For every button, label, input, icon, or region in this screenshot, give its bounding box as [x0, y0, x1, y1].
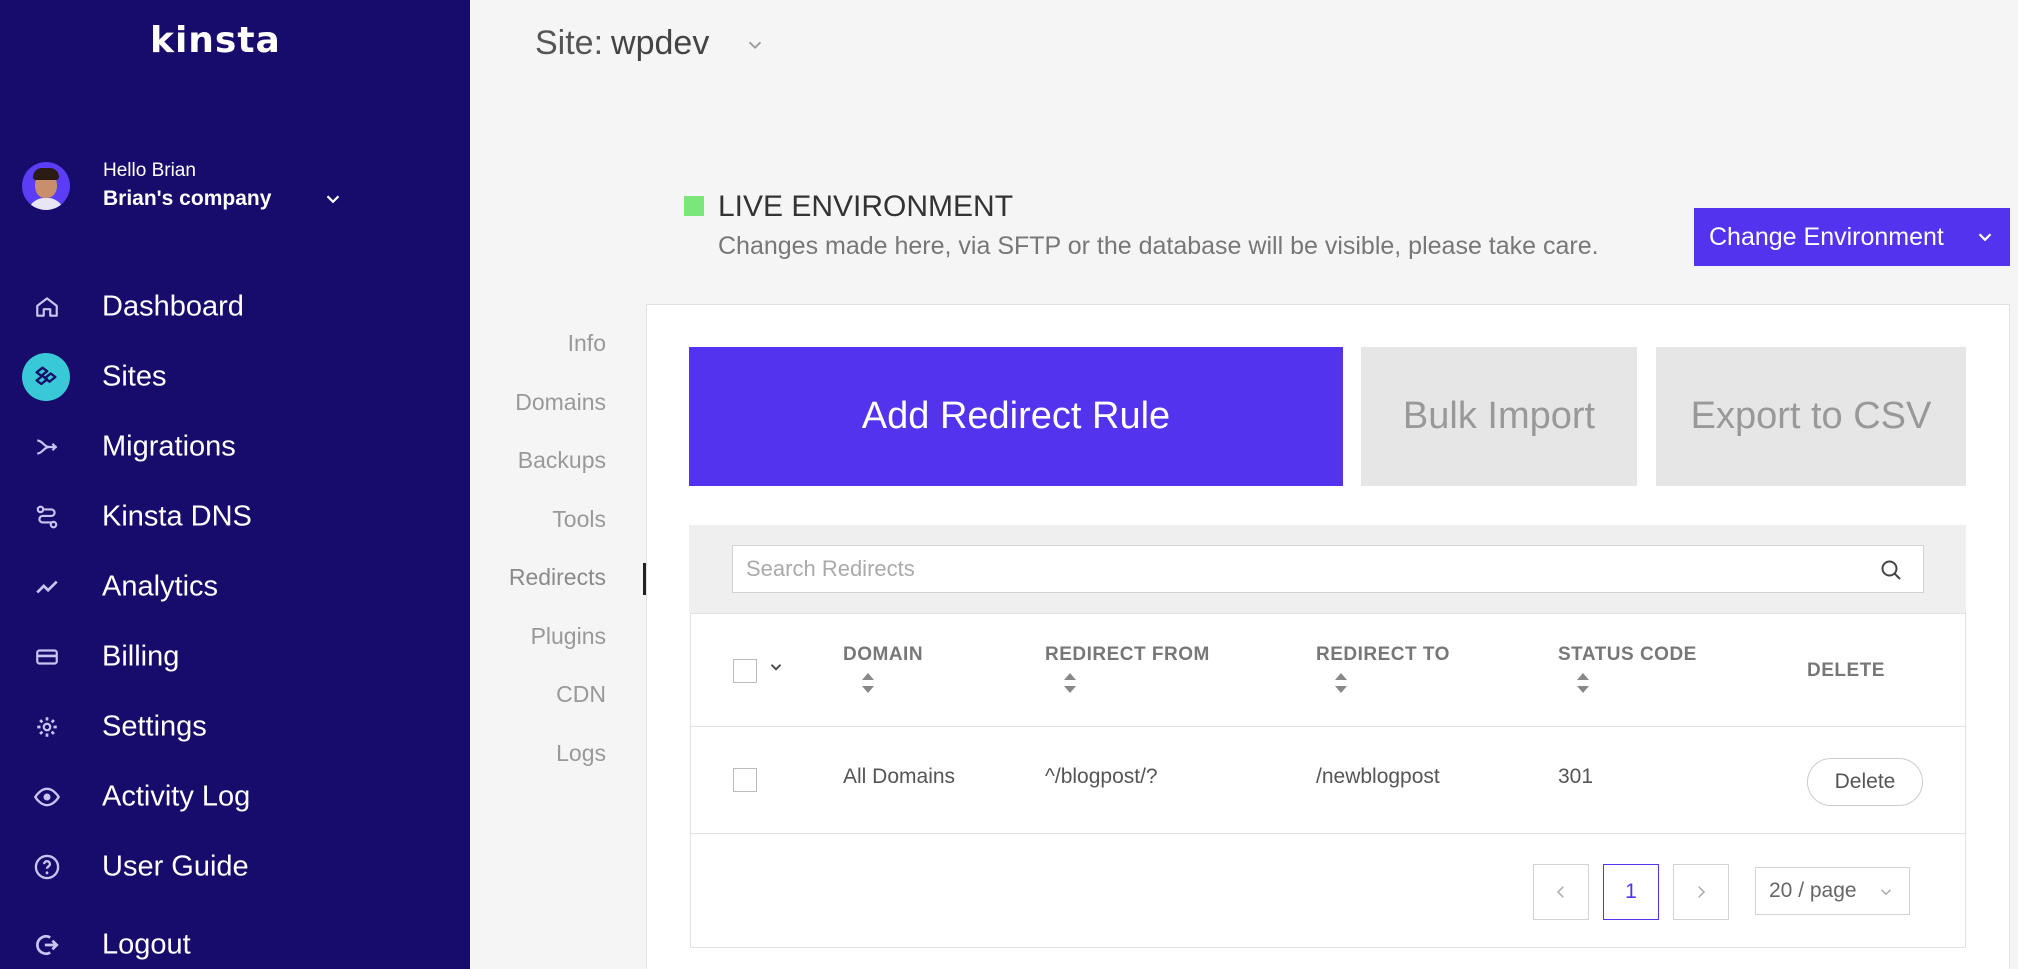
- column-header-status-code[interactable]: STATUS CODE: [1558, 644, 1697, 666]
- sidebar-item-label: User Guide: [102, 850, 249, 883]
- chevron-down-icon[interactable]: [744, 34, 766, 56]
- subnav-item-redirects[interactable]: Redirects: [480, 550, 608, 609]
- dns-icon: [26, 496, 68, 538]
- sidebar-item-label: Logout: [102, 928, 191, 961]
- sidebar-item-dashboard[interactable]: Dashboard: [0, 272, 470, 342]
- select-all-checkbox[interactable]: [733, 659, 757, 683]
- column-header-domain[interactable]: DOMAIN: [843, 644, 923, 666]
- sidebar-item-sites[interactable]: Sites: [0, 342, 470, 412]
- change-environment-button[interactable]: Change Environment: [1694, 208, 2010, 266]
- kinsta-logo[interactable]: kinsta: [150, 20, 281, 61]
- sort-icon[interactable]: [1576, 672, 1590, 694]
- gear-icon: [26, 706, 68, 748]
- chevron-left-icon: [1556, 886, 1564, 898]
- change-environment-label: Change Environment: [1709, 222, 1944, 251]
- sidebar-item-label: Kinsta DNS: [102, 500, 252, 533]
- pagination: 1 20 / page: [691, 834, 1965, 949]
- help-icon: [26, 846, 68, 888]
- sidebar-item-billing[interactable]: Billing: [0, 622, 470, 692]
- sidebar-item-logout[interactable]: Logout: [0, 910, 470, 969]
- table-row: All Domains ^/blogpost/? /newblogpost 30…: [691, 727, 1965, 834]
- search-icon[interactable]: [1879, 558, 1903, 582]
- sidebar-item-user-guide[interactable]: User Guide: [0, 832, 470, 902]
- sidebar-item-label: Analytics: [102, 570, 219, 603]
- page-number-button[interactable]: 1: [1603, 864, 1659, 920]
- search-input[interactable]: [733, 546, 1923, 592]
- site-prefix: Site:: [535, 24, 604, 62]
- page-size-value: 20 / page: [1769, 879, 1857, 902]
- avatar: [22, 162, 70, 210]
- sidebar-item-label: Activity Log: [102, 780, 251, 813]
- sidebar-item-label: Dashboard: [102, 290, 244, 323]
- chevron-right-icon: [1698, 886, 1706, 898]
- export-csv-button[interactable]: Export to CSV: [1656, 347, 1966, 486]
- migrations-icon: [26, 426, 68, 468]
- subnav-item-backups[interactable]: Backups: [480, 433, 608, 492]
- site-name: wpdev: [611, 24, 710, 62]
- billing-icon: [26, 636, 68, 678]
- chevron-down-icon: [1880, 889, 1892, 896]
- column-header-redirect-from[interactable]: REDIRECT FROM: [1045, 644, 1210, 666]
- sidebar-item-label: Migrations: [102, 430, 236, 463]
- sort-icon[interactable]: [1334, 672, 1348, 694]
- cell-domain: All Domains: [843, 765, 956, 788]
- column-header-delete: DELETE: [1807, 660, 1885, 681]
- sidebar-nav: Dashboard Sites Migrations Kinsta DNS An…: [0, 272, 470, 969]
- row-checkbox[interactable]: [733, 768, 757, 792]
- chevron-down-icon[interactable]: [322, 188, 344, 210]
- delete-button[interactable]: Delete: [1807, 758, 1923, 806]
- cell-status-code: 301: [1558, 765, 1594, 788]
- sidebar-item-label: Settings: [102, 710, 207, 743]
- sort-icon[interactable]: [1063, 672, 1077, 694]
- user-menu[interactable]: Hello Brian Brian's company: [22, 160, 442, 230]
- bulk-import-button[interactable]: Bulk Import: [1361, 347, 1637, 486]
- user-greeting: Hello Brian: [103, 160, 196, 181]
- logout-icon: [26, 924, 68, 966]
- chevron-down-icon: [1978, 233, 1992, 242]
- site-selector[interactable]: Site: wpdev: [535, 24, 709, 63]
- prev-page-button[interactable]: [1533, 864, 1589, 920]
- next-page-button[interactable]: [1673, 864, 1729, 920]
- environment-title: LIVE ENVIRONMENT: [718, 190, 1014, 223]
- sidebar-item-label: Billing: [102, 640, 180, 673]
- sidebar-item-activity-log[interactable]: Activity Log: [0, 762, 470, 832]
- subnav-item-domains[interactable]: Domains: [480, 375, 608, 434]
- subnav-item-plugins[interactable]: Plugins: [480, 609, 608, 668]
- sites-icon: [22, 353, 70, 401]
- cell-redirect-to: /newblogpost: [1316, 765, 1440, 788]
- sidebar-item-settings[interactable]: Settings: [0, 692, 470, 762]
- analytics-icon: [26, 566, 68, 608]
- sidebar: kinsta Hello Brian Brian's company Dashb…: [0, 0, 470, 969]
- eye-icon: [26, 776, 68, 818]
- page-size-select[interactable]: 20 / page: [1755, 867, 1910, 915]
- table-header: DOMAIN REDIRECT FROM REDIRECT TO STATUS …: [691, 614, 1965, 727]
- add-redirect-rule-button[interactable]: Add Redirect Rule: [689, 347, 1343, 486]
- chevron-down-icon[interactable]: [767, 658, 785, 676]
- subnav-item-info[interactable]: Info: [480, 316, 608, 375]
- sidebar-item-analytics[interactable]: Analytics: [0, 552, 470, 622]
- redirects-table: DOMAIN REDIRECT FROM REDIRECT TO STATUS …: [690, 613, 1966, 948]
- home-icon: [26, 286, 68, 328]
- company-name: Brian's company: [103, 187, 272, 210]
- sort-icon[interactable]: [861, 672, 875, 694]
- sidebar-item-label: Sites: [102, 360, 167, 393]
- cell-redirect-from: ^/blogpost/?: [1045, 765, 1158, 788]
- subnav-item-logs[interactable]: Logs: [480, 726, 608, 785]
- subnav-item-cdn[interactable]: CDN: [480, 667, 608, 726]
- subnav-item-tools[interactable]: Tools: [480, 492, 608, 551]
- sidebar-item-migrations[interactable]: Migrations: [0, 412, 470, 482]
- environment-description: Changes made here, via SFTP or the datab…: [718, 232, 1599, 260]
- column-header-redirect-to[interactable]: REDIRECT TO: [1316, 644, 1450, 666]
- sidebar-item-kinsta-dns[interactable]: Kinsta DNS: [0, 482, 470, 552]
- site-subnav: Info Domains Backups Tools Redirects Plu…: [480, 316, 608, 784]
- environment-indicator: [684, 196, 704, 216]
- search-field: [732, 545, 1924, 593]
